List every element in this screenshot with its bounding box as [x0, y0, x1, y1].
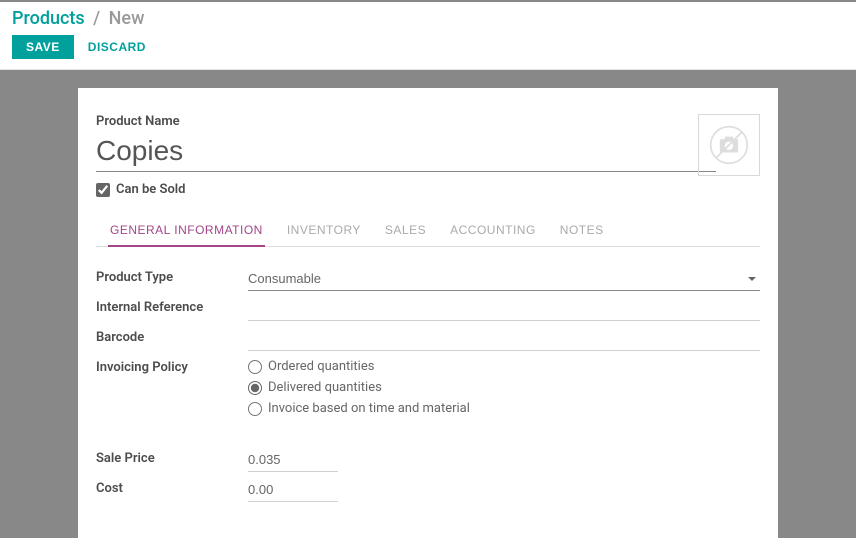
internal-reference-label: Internal Reference — [96, 297, 248, 315]
row-invoicing-policy: Invoicing Policy Ordered quantities Deli… — [96, 357, 760, 416]
can-be-sold-row[interactable]: Can be Sold — [96, 182, 760, 197]
product-name-label: Product Name — [96, 114, 760, 129]
tabs: GENERAL INFORMATION INVENTORY SALES ACCO… — [96, 215, 760, 247]
row-sale-price: Sale Price — [96, 448, 760, 472]
row-product-type: Product Type — [96, 267, 760, 291]
invoicing-label-time-material: Invoice based on time and material — [268, 401, 470, 416]
can-be-sold-label: Can be Sold — [116, 182, 186, 197]
barcode-input[interactable] — [248, 327, 760, 351]
internal-reference-input[interactable] — [248, 297, 760, 321]
invoicing-radio-time-material[interactable] — [248, 402, 262, 416]
header: Products / New SAVE DISCARD — [0, 2, 856, 70]
sale-price-input[interactable] — [248, 448, 338, 472]
invoicing-radio-delivered[interactable] — [248, 381, 262, 395]
invoicing-label-delivered: Delivered quantities — [268, 380, 382, 395]
discard-button[interactable]: DISCARD — [88, 40, 146, 54]
toolbar: SAVE DISCARD — [12, 35, 844, 59]
product-type-field — [248, 267, 760, 291]
invoicing-option-time-material[interactable]: Invoice based on time and material — [248, 401, 760, 416]
product-type-label: Product Type — [96, 267, 248, 285]
save-button[interactable]: SAVE — [12, 35, 74, 59]
invoicing-label-ordered: Ordered quantities — [268, 359, 374, 374]
breadcrumb: Products / New — [12, 8, 844, 29]
invoicing-option-delivered[interactable]: Delivered quantities — [248, 380, 760, 395]
tab-notes[interactable]: NOTES — [558, 215, 606, 247]
invoicing-option-ordered[interactable]: Ordered quantities — [248, 359, 760, 374]
product-name-input[interactable] — [96, 133, 716, 172]
invoicing-policy-label: Invoicing Policy — [96, 357, 248, 375]
row-internal-reference: Internal Reference — [96, 297, 760, 321]
can-be-sold-checkbox[interactable] — [96, 183, 110, 197]
product-type-select[interactable] — [248, 267, 760, 291]
general-form: Product Type Internal Reference Barcode … — [96, 267, 760, 502]
tab-accounting[interactable]: ACCOUNTING — [448, 215, 538, 247]
breadcrumb-separator: / — [93, 8, 100, 29]
tab-sales[interactable]: SALES — [383, 215, 428, 247]
barcode-label: Barcode — [96, 327, 248, 345]
form-sheet: Product Name Can be Sold GENERAL INFORMA… — [78, 88, 778, 538]
tab-general-information[interactable]: GENERAL INFORMATION — [108, 215, 265, 247]
cost-label: Cost — [96, 478, 248, 496]
row-cost: Cost — [96, 478, 760, 502]
sale-price-label: Sale Price — [96, 448, 248, 466]
invoicing-radio-ordered[interactable] — [248, 360, 262, 374]
tab-inventory[interactable]: INVENTORY — [285, 215, 363, 247]
product-image-placeholder[interactable] — [698, 114, 760, 176]
row-barcode: Barcode — [96, 327, 760, 351]
invoicing-policy-group: Ordered quantities Delivered quantities … — [248, 357, 760, 416]
viewport: Product Name Can be Sold GENERAL INFORMA… — [0, 70, 856, 538]
breadcrumb-root[interactable]: Products — [12, 8, 85, 29]
camera-icon — [709, 125, 749, 165]
breadcrumb-current: New — [109, 8, 145, 29]
cost-input[interactable] — [248, 478, 338, 502]
